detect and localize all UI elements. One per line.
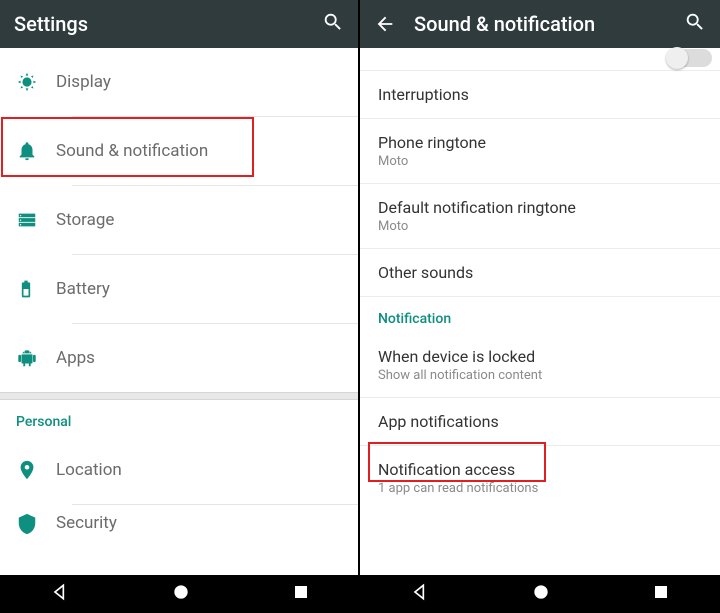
settings-item-label: Display	[56, 72, 111, 92]
settings-item-label: Battery	[56, 279, 110, 299]
settings-item-security[interactable]: Security	[0, 505, 358, 535]
settings-appbar: Settings	[0, 0, 358, 48]
nav-home-icon[interactable]	[171, 582, 191, 606]
search-icon[interactable]	[684, 11, 706, 37]
item-secondary: Moto	[378, 219, 702, 234]
display-icon	[16, 71, 56, 93]
android-icon	[16, 347, 56, 369]
settings-item-battery[interactable]: Battery	[0, 255, 358, 323]
settings-list: Display Sound & notification Storage	[0, 48, 358, 613]
item-secondary: 1 app can read notifications	[378, 481, 702, 496]
settings-item-sound[interactable]: Sound & notification	[0, 117, 358, 185]
sound-item-other-sounds[interactable]: Other sounds	[360, 249, 720, 296]
settings-item-apps[interactable]: Apps	[0, 324, 358, 392]
sound-list: Interruptions Phone ringtone Moto Defaul…	[360, 48, 720, 613]
item-primary: When device is locked	[378, 347, 702, 366]
nav-back-icon[interactable]	[50, 582, 70, 606]
settings-item-label: Sound & notification	[56, 141, 208, 161]
location-icon	[16, 459, 56, 481]
item-secondary: Show all notification content	[378, 368, 702, 383]
item-primary: Phone ringtone	[378, 133, 702, 152]
item-primary: Interruptions	[378, 85, 702, 104]
settings-title: Settings	[14, 12, 322, 36]
personal-header: Personal	[0, 400, 358, 436]
nav-recents-icon[interactable]	[292, 583, 310, 605]
sound-item-ringtone[interactable]: Phone ringtone Moto	[360, 119, 720, 183]
item-primary: Other sounds	[378, 263, 702, 282]
item-secondary: Moto	[378, 154, 702, 169]
item-primary: Default notification ringtone	[378, 198, 702, 217]
settings-item-location[interactable]: Location	[0, 436, 358, 504]
battery-icon	[16, 278, 56, 300]
sound-pane: Sound & notification Interruptions Phone…	[360, 0, 720, 613]
nav-home-icon[interactable]	[531, 582, 551, 606]
sound-item-interruptions[interactable]: Interruptions	[360, 71, 720, 118]
sound-item-notification-access[interactable]: Notification access 1 app can read notif…	[360, 446, 720, 510]
settings-item-storage[interactable]: Storage	[0, 186, 358, 254]
sound-item-default-notification[interactable]: Default notification ringtone Moto	[360, 184, 720, 248]
bell-icon	[16, 140, 56, 162]
nav-back-icon[interactable]	[410, 582, 430, 606]
vibrate-toggle[interactable]	[668, 49, 712, 67]
nav-recents-icon[interactable]	[652, 583, 670, 605]
android-navbar	[0, 575, 360, 613]
settings-item-label: Apps	[56, 348, 95, 368]
security-icon	[16, 513, 56, 535]
storage-icon	[16, 209, 56, 231]
back-icon[interactable]	[374, 13, 396, 35]
sound-title: Sound & notification	[414, 12, 684, 36]
item-primary: Notification access	[378, 460, 702, 479]
sound-item-when-locked[interactable]: When device is locked Show all notificat…	[360, 333, 720, 397]
settings-item-label: Storage	[56, 210, 114, 230]
settings-item-label: Security	[56, 513, 117, 533]
settings-item-label: Location	[56, 460, 122, 480]
settings-pane: Settings Display Sound & notification	[0, 0, 360, 613]
search-icon[interactable]	[322, 11, 344, 37]
item-primary: App notifications	[378, 412, 702, 431]
settings-item-display[interactable]: Display	[0, 48, 358, 116]
notification-header: Notification	[360, 297, 720, 333]
sound-appbar: Sound & notification	[360, 0, 720, 48]
sound-item-app-notifications[interactable]: App notifications	[360, 398, 720, 445]
android-navbar	[360, 575, 720, 613]
